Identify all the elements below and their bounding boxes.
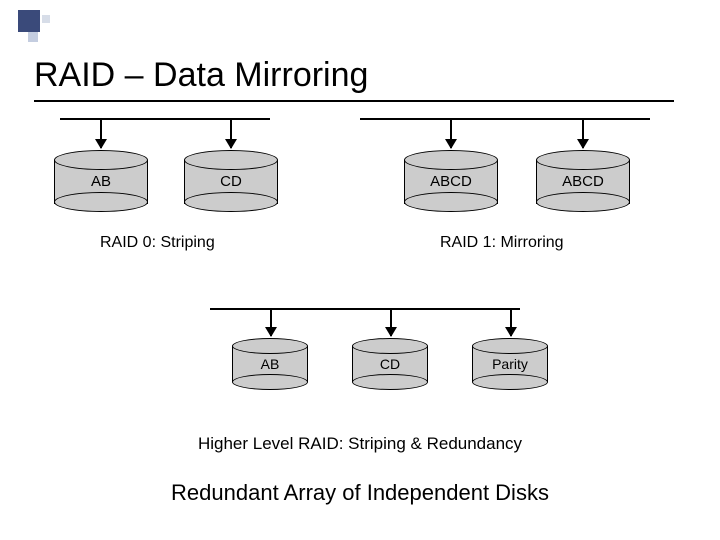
disk-label: Parity [472,356,548,372]
disk-label: CD [352,356,428,372]
raid1-disk-2: ABCD [536,150,630,212]
higher-label: Higher Level RAID: Striping & Redundancy [0,434,720,454]
higher-disk-3: Parity [472,338,548,390]
raid1-disk-1: ABCD [404,150,498,212]
disk-label: AB [54,173,148,190]
disk-label: ABCD [536,173,630,190]
raid0-disk-2: CD [184,150,278,212]
raid1-arrow-2 [582,118,584,148]
raid1-bus-line [360,118,650,120]
raid0-disk-1: AB [54,150,148,212]
title-underline [34,100,674,102]
raid1-label: RAID 1: Mirroring [440,234,564,252]
higher-arrow-2 [390,308,392,336]
raid0-bus-line [60,118,270,120]
disk-label: ABCD [404,173,498,190]
footer-text: Redundant Array of Independent Disks [0,480,720,506]
higher-arrow-3 [510,308,512,336]
disk-label: AB [232,356,308,372]
raid0-arrow-1 [100,118,102,148]
higher-bus-line [210,308,520,310]
higher-arrow-1 [270,308,272,336]
raid0-arrow-2 [230,118,232,148]
raid0-label: RAID 0: Striping [100,234,215,252]
raid1-arrow-1 [450,118,452,148]
disk-label: CD [184,173,278,190]
higher-disk-2: CD [352,338,428,390]
slide-corner-decoration [18,10,52,44]
higher-disk-1: AB [232,338,308,390]
slide-title: RAID – Data Mirroring [34,56,368,95]
